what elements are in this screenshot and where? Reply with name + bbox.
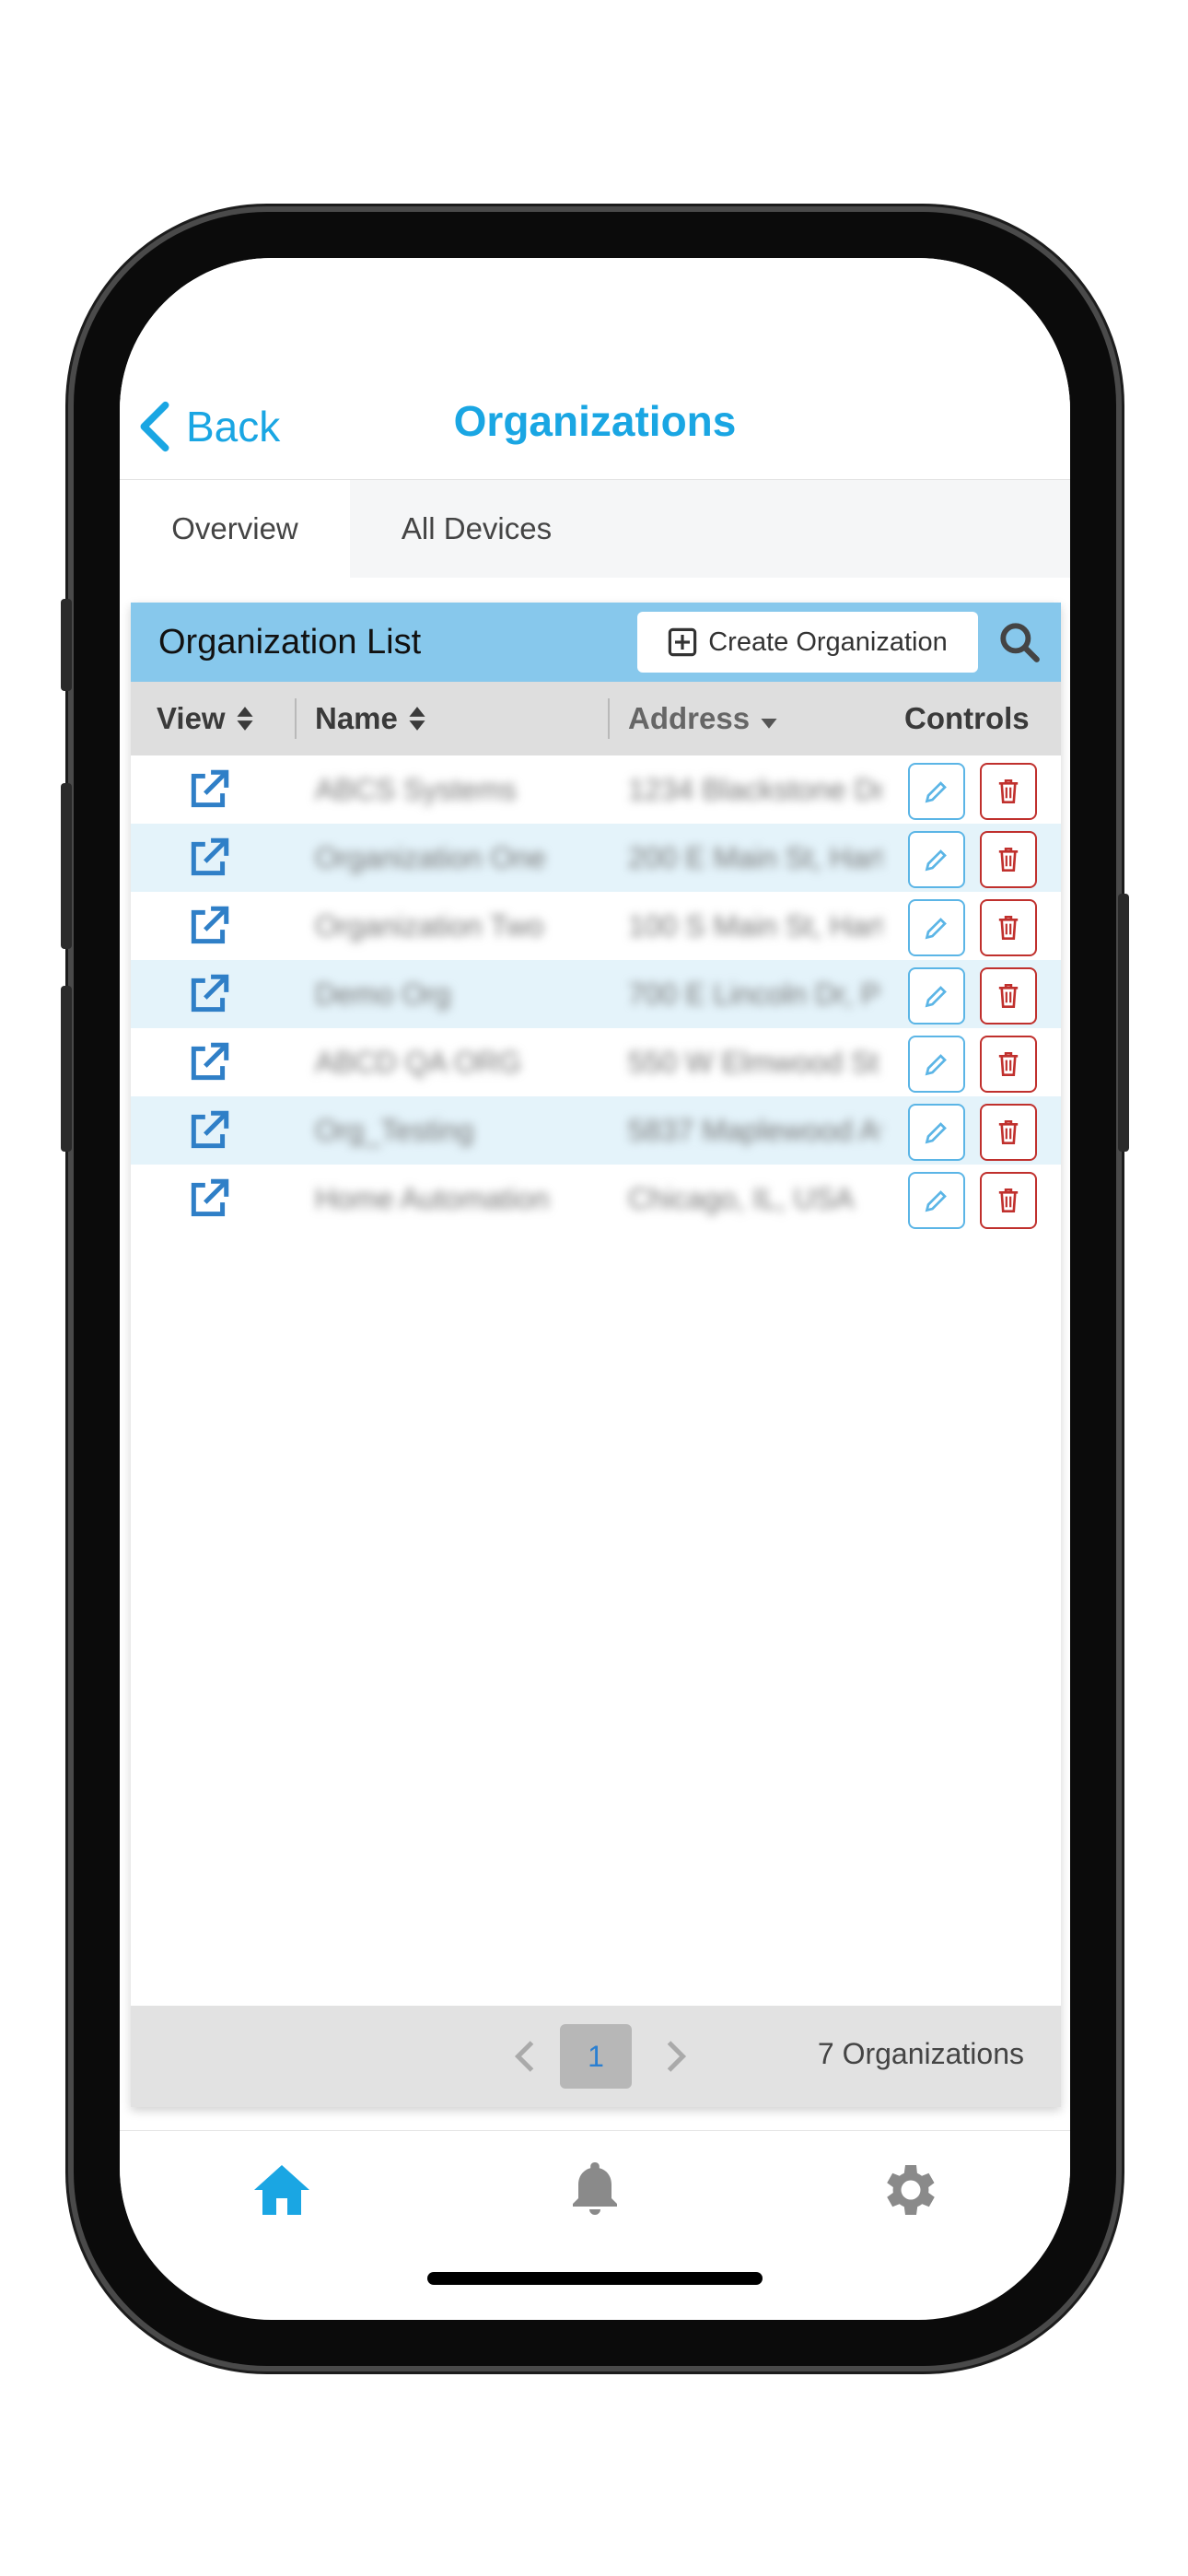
delete-button[interactable] [980,899,1037,956]
page-number-current[interactable]: 1 [560,2024,632,2089]
pagination-bar: 1 7 Organizations [131,2006,1061,2107]
trash-icon [998,779,1019,803]
delete-button[interactable] [980,1036,1037,1093]
table-header: View Name Address Controls [131,682,1061,755]
trash-icon [998,1120,1019,1144]
trash-icon [998,916,1019,940]
power-button [1118,894,1129,1152]
organization-count: 7 Organizations [817,2037,1024,2070]
table-row: Demo Org 700 E Lincoln Dr, Phoenix [131,960,1061,1028]
edit-button[interactable] [908,899,965,956]
organization-name: Organization One [315,840,546,874]
delete-button[interactable] [980,763,1037,820]
edit-button[interactable] [908,831,965,888]
create-organization-label: Create Organization [708,626,948,657]
organization-name: ABCD QA ORG [315,1045,522,1079]
column-view-label: View [157,701,226,735]
tab-overview[interactable]: Overview [120,480,350,578]
table-row: ABCD QA ORG 550 W Elmwood St, Dallas [131,1028,1061,1096]
open-external-icon[interactable] [186,755,236,824]
page-title: Organizations [453,397,737,445]
delete-button[interactable] [980,1104,1037,1161]
trash-icon [998,848,1019,872]
bottom-tab-bar [120,2130,1070,2251]
tab-bar: Overview All Devices [120,479,1070,578]
pencil-icon [925,1122,947,1144]
plus-square-icon [669,627,697,657]
delete-button[interactable] [980,967,1037,1025]
column-header-view[interactable]: View [157,682,255,755]
organization-list-card: Organization List Create Organization Vi… [131,603,1061,2107]
open-external-icon[interactable] [186,824,236,892]
column-header-controls: Controls [904,682,1030,755]
sort-icon [237,707,253,731]
open-external-icon[interactable] [186,960,236,1028]
organization-name: Home Automation [315,1181,550,1215]
phone-frame: Back Organizations Overview All Devices … [61,212,1129,2366]
organization-name: ABCS Systems [315,772,517,806]
table-row: Home Automation Chicago, IL, USA [131,1165,1061,1233]
column-divider [295,698,297,739]
trash-icon [998,1188,1019,1212]
column-name-label: Name [315,701,398,735]
sort-desc-icon [761,719,777,729]
mute-switch [61,599,72,691]
card-header: Organization List Create Organization [131,603,1061,682]
column-header-address[interactable]: Address [628,682,779,755]
nav-header: Back Organizations [120,258,1070,479]
table-row: Org_Testing 5837 Maplewood Ave [131,1096,1061,1165]
trash-icon [998,984,1019,1008]
create-organization-button[interactable]: Create Organization [637,612,978,673]
organization-address: 5837 Maplewood Ave [628,1113,881,1147]
pencil-icon [925,986,947,1008]
chevron-right-icon[interactable] [658,2033,694,2079]
home-indicator [427,2272,763,2285]
sort-icon [409,707,425,731]
table-row: Organization Two 100 S Main St, Hartford [131,892,1061,960]
organization-name: Organization Two [315,908,544,943]
column-divider [608,698,610,739]
edit-button[interactable] [908,763,965,820]
volume-up-button [61,783,72,949]
organization-address: 100 S Main St, Hartford [628,908,881,943]
search-icon[interactable] [996,619,1042,665]
column-address-label: Address [628,701,751,735]
open-external-icon[interactable] [186,1096,236,1165]
home-icon[interactable] [249,2157,315,2223]
column-controls-label: Controls [904,701,1030,735]
tab-all-devices[interactable]: All Devices [350,480,603,578]
edit-button[interactable] [908,967,965,1025]
organization-address: 700 E Lincoln Dr, Phoenix [628,977,881,1011]
pencil-icon [925,781,947,803]
gear-icon[interactable] [875,2157,941,2223]
chevron-left-icon[interactable] [507,2033,543,2079]
table-row: ABCS Systems 1234 Blackstone Dr, Sal [131,755,1061,824]
pencil-icon [925,1190,947,1212]
pencil-icon [925,918,947,940]
pencil-icon [925,1054,947,1076]
open-external-icon[interactable] [186,1028,236,1096]
delete-button[interactable] [980,1172,1037,1229]
organization-address: 200 E Main St, Hartford [628,840,881,874]
organization-address: 1234 Blackstone Dr, Sal [628,772,881,806]
edit-button[interactable] [908,1104,965,1161]
trash-icon [998,1052,1019,1076]
column-header-name[interactable]: Name [315,682,427,755]
organization-address: 550 W Elmwood St, Dallas [628,1045,881,1079]
app-screen: Back Organizations Overview All Devices … [120,258,1070,2320]
card-title: Organization List [158,623,422,662]
open-external-icon[interactable] [186,1165,236,1233]
organization-name: Demo Org [315,977,451,1011]
volume-down-button [61,986,72,1152]
edit-button[interactable] [908,1172,965,1229]
edit-button[interactable] [908,1036,965,1093]
open-external-icon[interactable] [186,892,236,960]
organization-address: Chicago, IL, USA [628,1181,855,1215]
delete-button[interactable] [980,831,1037,888]
organization-name: Org_Testing [315,1113,474,1147]
bell-icon[interactable] [562,2157,628,2223]
table-row: Organization One 200 E Main St, Hartford [131,824,1061,892]
table-body: ABCS Systems 1234 Blackstone Dr, Sal Org… [131,755,1061,1233]
pencil-icon [925,849,947,872]
